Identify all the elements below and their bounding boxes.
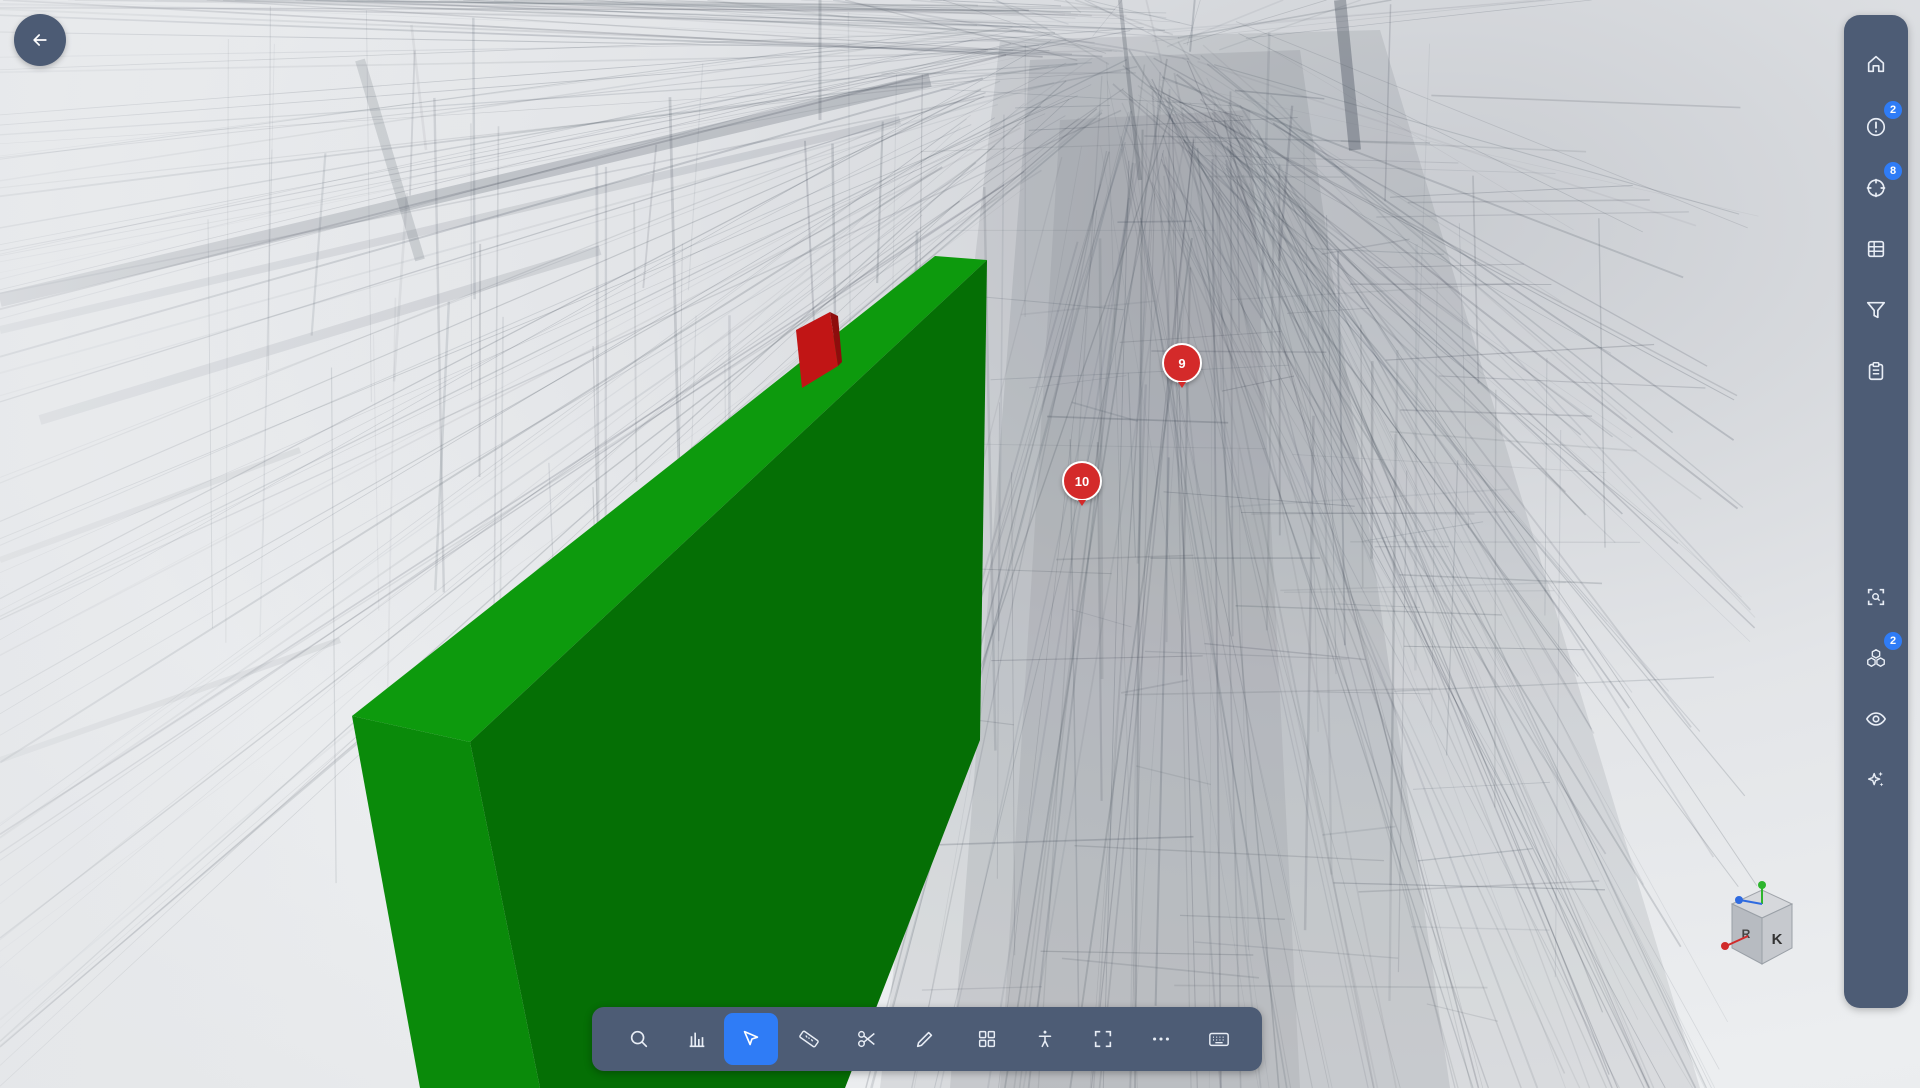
fullscreen-icon xyxy=(1094,1030,1112,1048)
sidebar-item-focus[interactable] xyxy=(1856,577,1896,617)
grid-tool-button[interactable] xyxy=(960,1013,1014,1065)
eye-icon xyxy=(1865,712,1887,726)
markup-tool-button[interactable] xyxy=(898,1013,952,1065)
sidebar-item-targets[interactable]: 8 xyxy=(1856,162,1902,208)
arrow-left-icon xyxy=(33,34,47,46)
issues-count-badge: 2 xyxy=(1884,101,1902,119)
chart-tool-button[interactable] xyxy=(670,1013,724,1065)
person-walk-icon xyxy=(1038,1030,1052,1048)
select-tool-button[interactable] xyxy=(724,1013,778,1065)
sidebar-item-visibility[interactable] xyxy=(1856,699,1896,739)
measure-tool-button[interactable] xyxy=(782,1013,836,1065)
sidebar-item-issues[interactable]: 2 xyxy=(1856,101,1902,147)
table-icon xyxy=(1867,240,1885,258)
targets-count-badge: 8 xyxy=(1884,162,1902,180)
cube-face-label-k: K xyxy=(1772,931,1783,948)
3d-viewport[interactable]: 9 10 xyxy=(0,0,1920,1088)
issue-marker-10[interactable]: 10 xyxy=(1062,461,1102,506)
sidebar-item-ai[interactable] xyxy=(1856,760,1896,800)
sidebar-item-layers[interactable]: 2 xyxy=(1856,632,1902,678)
crosshair-icon xyxy=(1866,178,1886,198)
ellipsis-icon xyxy=(1153,1037,1169,1041)
object-group-icon xyxy=(1867,649,1885,667)
section-cut-tool-button[interactable] xyxy=(840,1013,894,1065)
navigation-cube[interactable]: K R xyxy=(1718,880,1808,970)
fullscreen-button[interactable] xyxy=(1076,1013,1130,1065)
keyboard-icon xyxy=(1209,1032,1229,1047)
pencil-icon xyxy=(916,1031,933,1048)
layers-count-badge: 2 xyxy=(1884,632,1902,650)
clipboard-icon xyxy=(1868,362,1884,381)
bottom-toolbar xyxy=(592,1007,1262,1071)
sidebar-item-filter[interactable] xyxy=(1856,290,1896,330)
ruler-icon xyxy=(799,1030,819,1048)
sidebar-item-clipboard[interactable] xyxy=(1856,351,1896,391)
home-icon xyxy=(1867,55,1885,73)
grid-icon xyxy=(978,1030,996,1048)
cursor-arrow-icon xyxy=(743,1030,759,1046)
bar-chart-icon xyxy=(689,1032,705,1048)
keyboard-shortcuts-button[interactable] xyxy=(1192,1013,1246,1065)
bim-model-scene[interactable] xyxy=(0,0,1920,1088)
issue-marker-9[interactable]: 9 xyxy=(1162,343,1202,388)
back-button[interactable] xyxy=(14,14,66,66)
scissors-icon xyxy=(858,1030,875,1048)
alert-circle-icon xyxy=(1866,117,1886,137)
view-cube-icon: K R xyxy=(1721,881,1794,965)
focus-scan-icon xyxy=(1867,588,1885,606)
sparkles-icon xyxy=(1867,771,1884,787)
walk-mode-button[interactable] xyxy=(1018,1013,1072,1065)
right-sidebar: 2 8 2 xyxy=(1844,15,1908,1008)
search-icon xyxy=(630,1030,648,1048)
sidebar-item-table[interactable] xyxy=(1856,229,1896,269)
more-options-button[interactable] xyxy=(1134,1013,1188,1065)
filter-icon xyxy=(1866,301,1886,319)
search-tool-button[interactable] xyxy=(612,1013,666,1065)
sidebar-item-home[interactable] xyxy=(1856,44,1896,84)
